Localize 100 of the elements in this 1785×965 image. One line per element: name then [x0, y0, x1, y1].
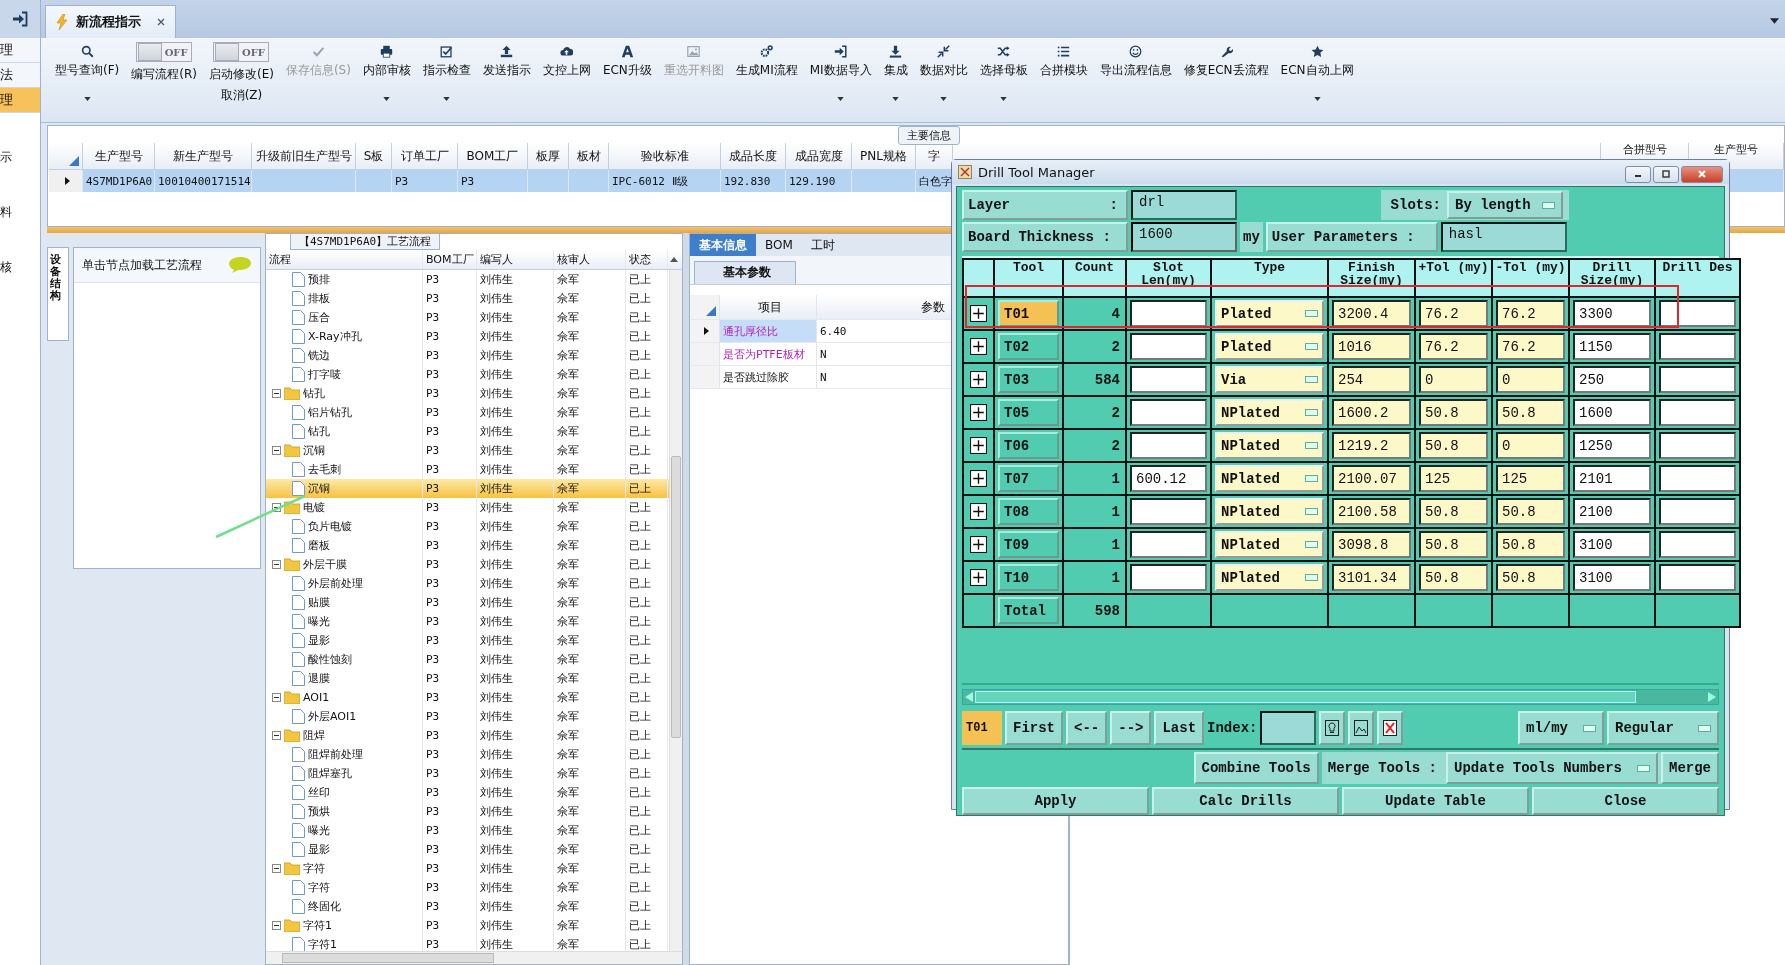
- drill-size-field[interactable]: 1250: [1573, 432, 1651, 459]
- column-header[interactable]: 字: [916, 143, 953, 170]
- tab[interactable]: 工时: [801, 234, 844, 256]
- tree-row[interactable]: 沉铜 P3 刘伟生 佘军 已上: [266, 441, 669, 460]
- type-dropdown[interactable]: NPlated: [1215, 498, 1324, 525]
- tree-row[interactable]: 字符 P3 刘伟生 佘军 已上: [266, 878, 669, 897]
- navigation-button[interactable]: First: [1005, 711, 1063, 745]
- tree-row[interactable]: 外层干膜 P3 刘伟生 佘军 已上: [266, 555, 669, 574]
- expand-icon[interactable]: [970, 437, 987, 454]
- finish-size-field[interactable]: 1600.2: [1332, 399, 1411, 426]
- toolbar-button[interactable]: MI数据导入: [803, 42, 878, 106]
- column-header[interactable]: 编写人: [477, 250, 554, 269]
- column-header[interactable]: 核审人: [554, 250, 626, 269]
- minus-tolerance-field[interactable]: 76.2: [1496, 333, 1565, 360]
- tool-button[interactable]: T06: [998, 432, 1059, 459]
- action-button[interactable]: Apply: [962, 787, 1149, 815]
- plus-tolerance-field[interactable]: 50.8: [1419, 531, 1488, 558]
- type-dropdown[interactable]: Plated: [1215, 300, 1324, 327]
- maximize-button[interactable]: [1653, 165, 1679, 183]
- collapse-icon[interactable]: [272, 560, 281, 569]
- tool-button[interactable]: T09: [998, 531, 1059, 558]
- tool-button[interactable]: T05: [998, 399, 1059, 426]
- tree-row[interactable]: 退膜 P3 刘伟生 佘军 已上: [266, 669, 669, 688]
- caret-icon[interactable]: [1770, 18, 1779, 24]
- user-parameters-field[interactable]: hasl: [1440, 222, 1567, 252]
- tree-row[interactable]: 压合 P3 刘伟生 佘军 已上: [266, 308, 669, 327]
- tree-row[interactable]: 曝光 P3 刘伟生 佘军 已上: [266, 612, 669, 631]
- merge-button[interactable]: Merge: [1661, 752, 1719, 784]
- plus-tolerance-field[interactable]: 0: [1419, 366, 1488, 393]
- minus-tolerance-field[interactable]: 0: [1496, 366, 1565, 393]
- minus-tolerance-field[interactable]: 50.8: [1496, 399, 1565, 426]
- column-header[interactable]: 板材: [569, 143, 609, 170]
- minus-tolerance-field[interactable]: 125: [1496, 465, 1565, 492]
- image-button[interactable]: [1348, 711, 1375, 745]
- toolbar-button[interactable]: 合拼模块: [1033, 42, 1094, 106]
- type-dropdown[interactable]: NPlated: [1215, 564, 1324, 591]
- action-button[interactable]: Close: [1532, 787, 1719, 815]
- minus-tolerance-field[interactable]: 50.8: [1496, 531, 1565, 558]
- slot-length-field[interactable]: 600.12: [1130, 465, 1207, 492]
- finish-size-field[interactable]: 2100.58: [1332, 498, 1411, 525]
- close-button[interactable]: [1681, 165, 1723, 183]
- units-dropdown[interactable]: ml/my: [1518, 711, 1604, 745]
- expand-icon[interactable]: [970, 338, 987, 355]
- column-header[interactable]: 升级前旧生产型号: [252, 143, 356, 170]
- tree-row[interactable]: 阻焊塞孔 P3 刘伟生 佘军 已上: [266, 764, 669, 783]
- sign-in-icon[interactable]: [12, 11, 28, 27]
- navigation-button[interactable]: Last: [1154, 711, 1205, 745]
- scrollbar[interactable]: [962, 689, 1719, 705]
- tree-row[interactable]: 预排 P3 刘伟生 佘军 已上: [266, 270, 669, 289]
- tree-row[interactable]: 终固化 P3 刘伟生 佘军 已上: [266, 897, 669, 916]
- tree-row[interactable]: 字符1 P3 刘伟生 佘军 已上: [266, 916, 669, 935]
- merge-mode-dropdown[interactable]: Update Tools Numbers: [1446, 752, 1658, 784]
- tab[interactable]: BOM: [756, 234, 802, 256]
- tool-button[interactable]: T01: [998, 300, 1059, 327]
- action-button[interactable]: Calc Drills: [1152, 787, 1339, 815]
- tool-button[interactable]: T03: [998, 366, 1059, 393]
- type-dropdown[interactable]: NPlated: [1215, 399, 1324, 426]
- toolbar-button[interactable]: ECN自动上网: [1274, 42, 1360, 106]
- plus-tolerance-field[interactable]: 50.8: [1419, 498, 1488, 525]
- type-dropdown[interactable]: NPlated: [1215, 432, 1324, 459]
- drill-size-field[interactable]: 2100: [1573, 498, 1651, 525]
- plus-tolerance-field[interactable]: 50.8: [1419, 564, 1488, 591]
- collapse-icon[interactable]: [272, 446, 281, 455]
- drill-size-field[interactable]: 2101: [1573, 465, 1651, 492]
- drill-size-field[interactable]: 250: [1573, 366, 1651, 393]
- thickness-field[interactable]: 1600: [1131, 222, 1237, 252]
- collapse-icon[interactable]: [272, 389, 281, 398]
- tree-row[interactable]: 铝片钻孔 P3 刘伟生 佘军 已上: [266, 403, 669, 422]
- tree-row[interactable]: 沉铜 P3 刘伟生 佘军 已上: [266, 479, 669, 498]
- tree-row[interactable]: 负片电镀 P3 刘伟生 佘军 已上: [266, 517, 669, 536]
- nav-item[interactable]: 法: [0, 63, 40, 88]
- column-header[interactable]: BOM工厂: [423, 250, 477, 269]
- column-header[interactable]: 状态: [626, 250, 668, 269]
- tree-row[interactable]: 阻焊前处理 P3 刘伟生 佘军 已上: [266, 745, 669, 764]
- close-icon[interactable]: [157, 18, 165, 26]
- finish-size-field[interactable]: 3200.4: [1332, 300, 1411, 327]
- nav-item[interactable]: 理: [0, 38, 40, 63]
- tree-row[interactable]: 外层前处理 P3 刘伟生 佘军 已上: [266, 574, 669, 593]
- finish-size-field[interactable]: 1016: [1332, 333, 1411, 360]
- toolbar-button[interactable]: 内部审核: [356, 42, 417, 106]
- tree-row[interactable]: 字符 P3 刘伟生 佘军 已上: [266, 859, 669, 878]
- minimize-button[interactable]: [1625, 165, 1651, 183]
- drill-size-field[interactable]: 1150: [1573, 333, 1651, 360]
- column-header[interactable]: 生产型号: [83, 143, 155, 170]
- collapse-icon[interactable]: [272, 921, 281, 930]
- toolbar-button[interactable]: 导出流程信息: [1093, 42, 1178, 106]
- toolbar-button[interactable]: 生成MI流程: [729, 42, 804, 106]
- tree-row[interactable]: 预烘 P3 刘伟生 佘军 已上: [266, 802, 669, 821]
- scrollbar-thumb[interactable]: [282, 953, 494, 963]
- expand-icon[interactable]: [970, 404, 987, 421]
- finish-size-field[interactable]: 1219.2: [1332, 432, 1411, 459]
- column-header[interactable]: PNL规格: [852, 143, 916, 170]
- plus-tolerance-field[interactable]: 125: [1419, 465, 1488, 492]
- toolbar-button[interactable]: 文控上网: [536, 42, 597, 106]
- drill-size-field[interactable]: 3100: [1573, 564, 1651, 591]
- toolbar-button[interactable]: 数据对比: [913, 42, 974, 106]
- column-header[interactable]: 板厚: [528, 143, 569, 170]
- expand-icon[interactable]: [970, 569, 987, 586]
- combine-tools-button[interactable]: Combine Tools: [1193, 752, 1319, 784]
- column-header[interactable]: BOM工厂: [458, 143, 528, 170]
